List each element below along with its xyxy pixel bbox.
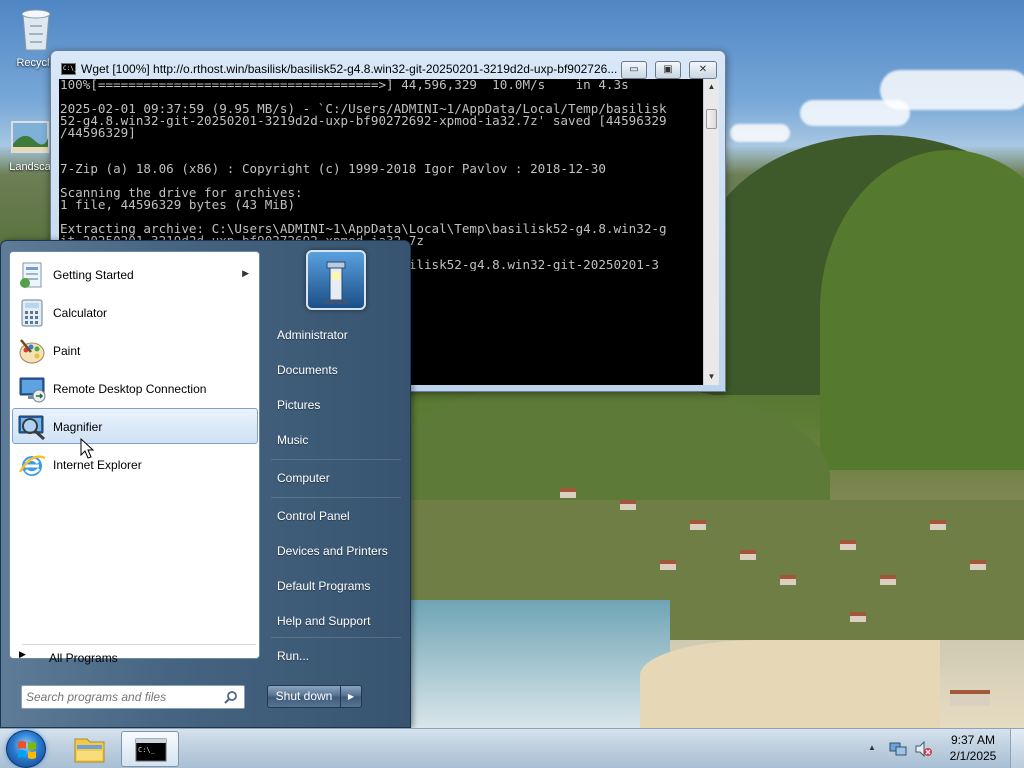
menu-item-control-panel[interactable]: Control Panel <box>267 502 403 530</box>
menu-item-music[interactable]: Music <box>267 426 403 454</box>
program-label: Getting Started <box>53 268 134 282</box>
lighthouse-user-icon <box>324 261 348 304</box>
program-getting-started[interactable]: Getting Started ▶ <box>12 256 258 292</box>
house <box>840 540 856 550</box>
divider <box>271 497 401 498</box>
shutdown-options-arrow-icon[interactable]: ▶ <box>340 685 362 708</box>
image-file-icon <box>11 121 49 153</box>
house <box>780 575 796 585</box>
program-label: Calculator <box>53 306 108 320</box>
menu-item-computer[interactable]: Computer <box>267 464 403 492</box>
volume-muted-icon[interactable] <box>914 741 932 757</box>
house <box>690 520 706 530</box>
cloud <box>730 124 790 142</box>
close-button[interactable]: ✕ <box>689 61 717 79</box>
all-programs-button[interactable]: ▶ All Programs <box>9 641 254 665</box>
show-desktop-button[interactable] <box>1010 729 1024 768</box>
house <box>930 520 946 530</box>
shutdown-button[interactable]: Shut down <box>267 685 341 708</box>
house <box>950 690 990 706</box>
search-box[interactable] <box>21 685 245 709</box>
program-label: Remote Desktop Connection <box>53 382 207 396</box>
expand-arrow-icon: ▶ <box>19 649 26 659</box>
taskbar-command-prompt[interactable]: C:\_ <box>121 731 179 767</box>
window-titlebar[interactable]: C:\_ Wget [100%] http://o.rthost.win/bas… <box>51 51 725 81</box>
divider <box>271 637 401 638</box>
submenu-arrow-icon: ▶ <box>242 268 249 278</box>
house <box>880 575 896 585</box>
windows-logo-icon <box>18 741 36 759</box>
program-label: Magnifier <box>53 420 103 434</box>
all-programs-label: All Programs <box>49 651 118 665</box>
menu-item-documents[interactable]: Documents <box>267 356 403 384</box>
house <box>850 612 866 622</box>
menu-item-run[interactable]: Run... <box>267 642 403 670</box>
clock[interactable]: 9:37 AM 2/1/2025 <box>940 732 1006 764</box>
program-label: Internet Explorer <box>53 458 142 472</box>
taskbar-windows-explorer[interactable] <box>60 731 118 767</box>
window-title: Wget [100%] http://o.rthost.win/basilisk… <box>81 62 618 76</box>
command-prompt-icon: C:\_ <box>61 63 77 75</box>
start-menu: Getting Started ▶ Calculator Paint Remot… <box>0 240 411 728</box>
program-internet-explorer[interactable]: Internet Explorer <box>12 446 258 482</box>
divider <box>271 459 401 460</box>
menu-item-devices-and-printers[interactable]: Devices and Printers <box>267 537 403 565</box>
show-hidden-icons-button[interactable]: ▲ <box>868 743 876 752</box>
menu-item-pictures[interactable]: Pictures <box>267 391 403 419</box>
house <box>660 560 676 570</box>
getting-started-icon <box>20 262 42 288</box>
sea <box>410 600 670 728</box>
start-button[interactable] <box>6 730 46 768</box>
taskbar: C:\_ ▲ 9:37 AM 2/1/2025 <box>0 728 1024 768</box>
user-picture[interactable] <box>306 250 366 310</box>
program-paint[interactable]: Paint <box>12 332 258 368</box>
programs-pane: Getting Started ▶ Calculator Paint Remot… <box>9 251 260 659</box>
network-icon[interactable] <box>889 741 907 757</box>
menu-item-administrator[interactable]: Administrator <box>267 321 403 349</box>
house <box>740 550 756 560</box>
magnifier-icon <box>18 415 45 441</box>
svg-text:C:\_: C:\_ <box>138 746 156 754</box>
recycle-bin-icon <box>21 9 51 51</box>
windows-explorer-icon <box>74 738 105 763</box>
maximize-button[interactable]: ▣ <box>655 61 681 79</box>
scroll-down-arrow-icon[interactable]: ▼ <box>704 369 719 385</box>
program-remote-desktop-connection[interactable]: Remote Desktop Connection <box>12 370 258 406</box>
paint-icon <box>19 339 45 364</box>
calculator-icon <box>21 299 43 327</box>
clock-date: 2/1/2025 <box>949 749 997 763</box>
vertical-scrollbar[interactable]: ▲ ▼ <box>703 79 719 385</box>
remote-desktop-icon <box>19 377 46 403</box>
program-calculator[interactable]: Calculator <box>12 294 258 330</box>
mouse-cursor-icon <box>80 438 94 459</box>
house <box>620 500 636 510</box>
internet-explorer-icon <box>18 455 46 476</box>
command-prompt-icon: C:\_ <box>135 738 167 762</box>
scroll-up-arrow-icon[interactable]: ▲ <box>704 79 719 95</box>
search-input[interactable] <box>26 689 216 705</box>
search-icon[interactable] <box>224 690 238 704</box>
clock-time: 9:37 AM <box>950 733 996 747</box>
cloud <box>880 70 1024 110</box>
house <box>560 488 576 498</box>
menu-item-help-and-support[interactable]: Help and Support <box>267 607 403 635</box>
menu-item-default-programs[interactable]: Default Programs <box>267 572 403 600</box>
beach <box>640 640 940 728</box>
program-label: Paint <box>53 344 81 358</box>
house <box>970 560 986 570</box>
scrollbar-thumb[interactable] <box>706 109 717 129</box>
minimize-button[interactable]: ▭ <box>621 61 647 79</box>
program-magnifier[interactable]: Magnifier <box>12 408 258 444</box>
